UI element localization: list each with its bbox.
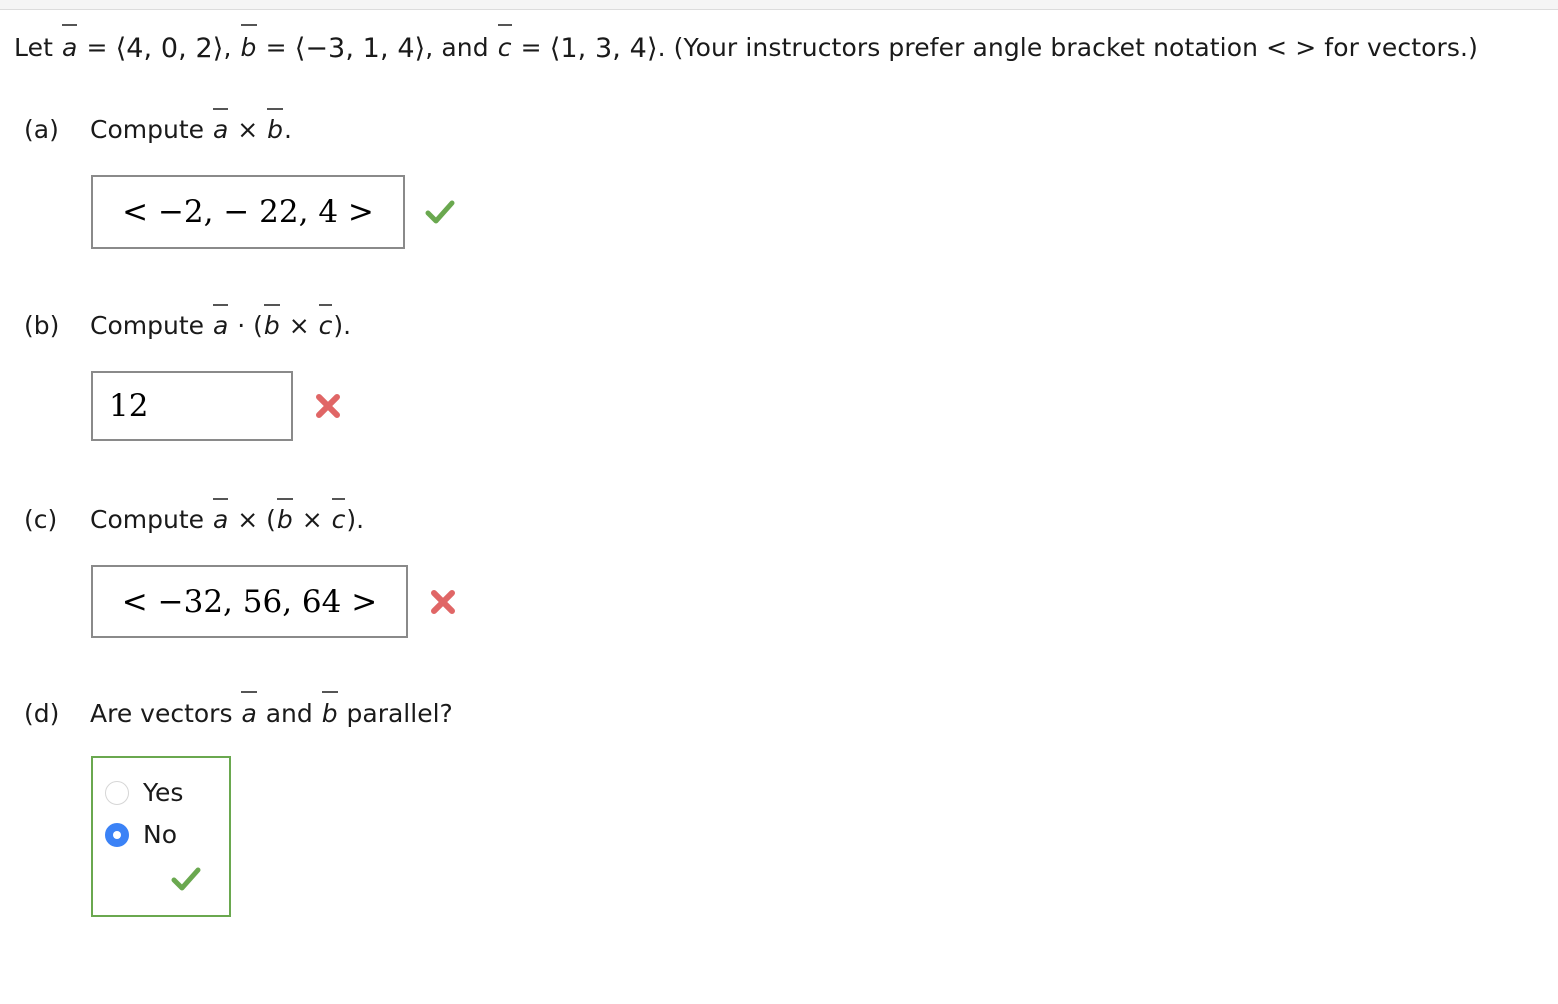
part-b-vector-b: b (263, 303, 280, 340)
part-b-operator-2: × (280, 311, 318, 340)
prompt-separator-1: , (223, 33, 240, 62)
part-b-operator: · ( (229, 311, 263, 340)
part-b-text-after: ). (333, 311, 352, 340)
part-b-label: (b) (24, 311, 60, 340)
red-x-icon (311, 389, 345, 423)
part-b-answer-row: 12 (91, 371, 345, 441)
part-a-question: Compute a × b. (90, 107, 292, 145)
part-c-answer-row: < −32, 56, 64 > (91, 565, 460, 638)
part-d-text-after: parallel? (338, 699, 453, 728)
part-c-operator-2: × (293, 505, 331, 534)
vector-a-symbol: a (61, 23, 78, 65)
part-d-label: (d) (24, 699, 60, 728)
radio-option-yes[interactable]: Yes (93, 772, 229, 814)
part-d-radio-group: Yes No (91, 756, 231, 917)
vector-b-components: ⟨−3, 1, 4⟩ (294, 33, 426, 64)
part-c-vector-b: b (276, 497, 293, 534)
part-c-label: (c) (24, 505, 58, 534)
part-a-vector-b: b (267, 107, 283, 144)
part-a-answer-input[interactable]: < −2, − 22, 4 > (91, 175, 405, 249)
part-c-vector-c: c (331, 497, 346, 534)
radio-button-yes-icon[interactable] (105, 781, 129, 805)
part-b-answer-input[interactable]: 12 (91, 371, 293, 441)
green-check-icon (423, 195, 457, 229)
part-d-status (93, 856, 229, 904)
part-b-vector-c: c (318, 303, 333, 340)
prompt-let-text: Let (14, 33, 62, 62)
part-d-operator: and (257, 699, 321, 728)
prompt-equals-3: = (512, 33, 550, 62)
prompt-note: . (Your instructors prefer angle bracket… (657, 33, 1478, 62)
part-a-text-after: . (284, 115, 292, 144)
part-c-text-before: Compute (90, 505, 212, 534)
part-a-vector-a: a (212, 107, 229, 144)
part-b-text-before: Compute (90, 311, 212, 340)
part-c-question: Compute a × (b × c). (90, 497, 365, 535)
part-b-vector-a: a (212, 303, 229, 340)
radio-button-no-icon[interactable] (105, 823, 129, 847)
red-x-icon (426, 585, 460, 619)
browser-top-strip (0, 0, 1558, 10)
radio-option-no[interactable]: No (93, 814, 229, 856)
part-c-vector-a: a (212, 497, 229, 534)
part-c-operator: × ( (229, 505, 276, 534)
radio-label-yes: Yes (143, 778, 184, 807)
question-prompt: Let a = ⟨4, 0, 2⟩, b = ⟨−3, 1, 4⟩, and c… (14, 23, 1478, 66)
prompt-equals-2: = (257, 33, 295, 62)
vector-c-symbol: c (497, 23, 513, 65)
part-d-vector-b: b (321, 690, 338, 728)
part-c-answer-input[interactable]: < −32, 56, 64 > (91, 565, 408, 638)
radio-label-no: No (143, 820, 177, 849)
vector-b-symbol: b (240, 23, 258, 65)
part-d-question: Are vectors a and b parallel? (90, 690, 453, 729)
part-b-question: Compute a · (b × c). (90, 303, 352, 341)
part-c-text-after: ). (346, 505, 365, 534)
vector-c-components: ⟨1, 3, 4⟩ (549, 33, 658, 64)
green-check-icon (169, 862, 203, 896)
part-a-text-before: Compute (90, 115, 212, 144)
part-d-vector-a: a (241, 690, 258, 728)
part-a-answer-row: < −2, − 22, 4 > (91, 175, 457, 249)
part-a-operator: × (229, 115, 267, 144)
prompt-equals-1: = (78, 33, 116, 62)
vector-a-components: ⟨4, 0, 2⟩ (115, 33, 224, 64)
part-a-label: (a) (24, 115, 59, 144)
prompt-separator-2: , and (425, 33, 497, 62)
part-d-text-before: Are vectors (90, 699, 241, 728)
